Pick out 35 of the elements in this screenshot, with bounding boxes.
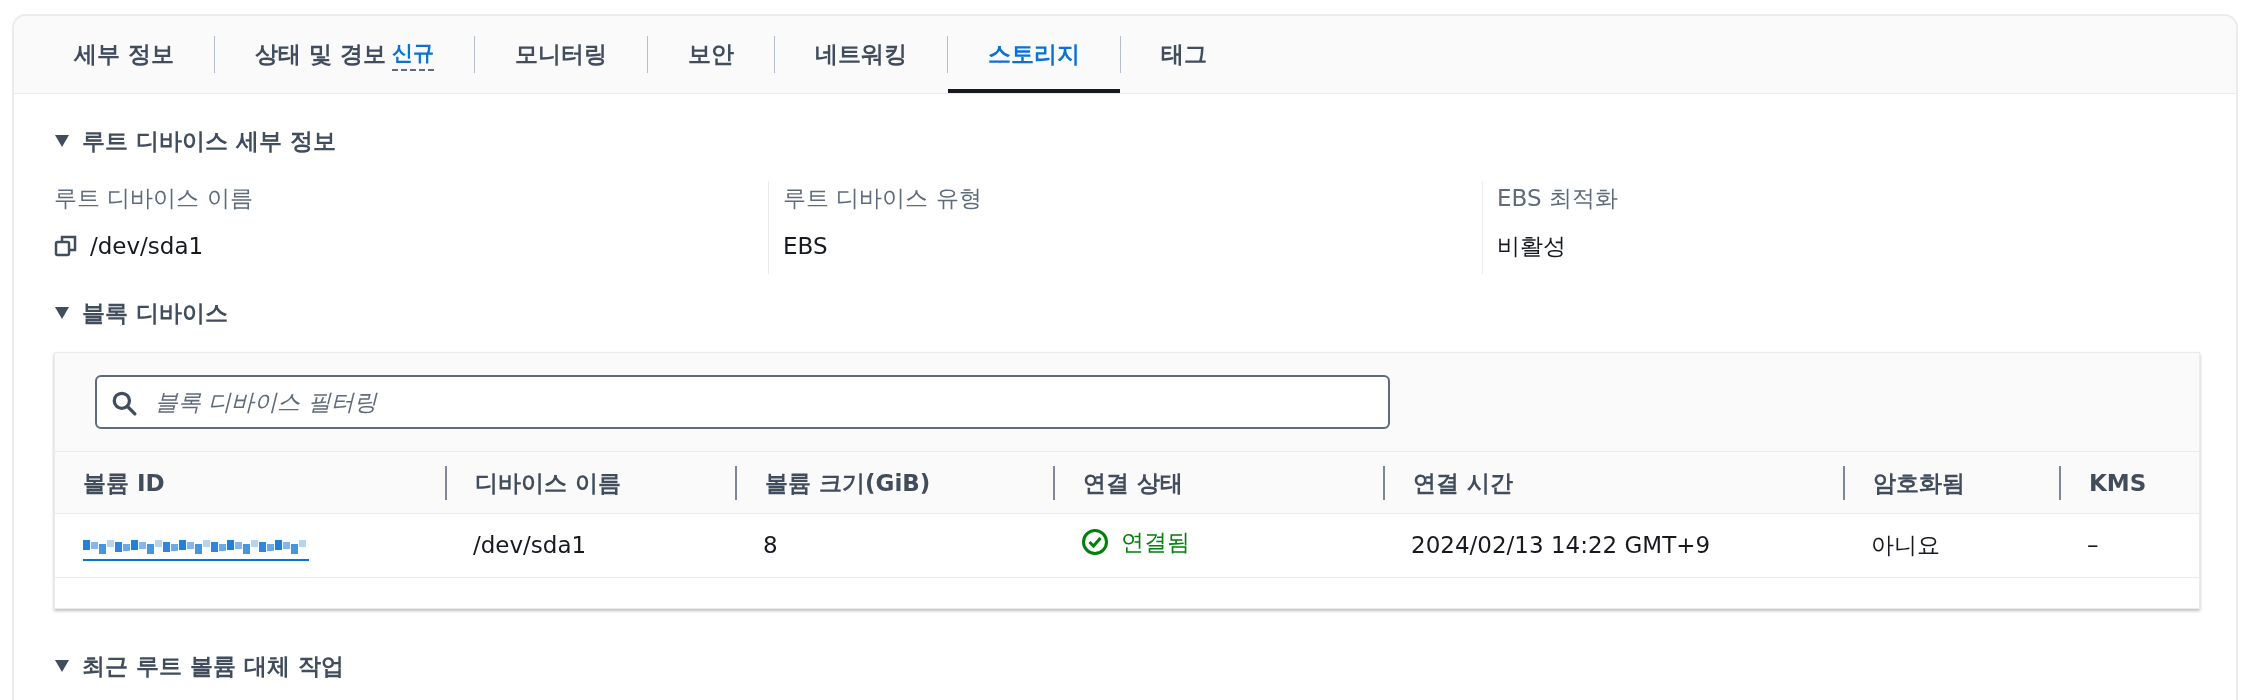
field-label: 루트 디바이스 유형	[783, 183, 983, 213]
column-header[interactable]: 연결 상태	[1083, 469, 1183, 496]
table-cell: 2024/02/13 14:22 GMT+9	[1411, 532, 1711, 559]
table-cell: 8	[763, 532, 778, 559]
column-header[interactable]: 암호화됨	[1873, 469, 1965, 496]
column-header[interactable]: 볼륨 크기(GiB)	[765, 469, 931, 496]
table-cell: –	[2087, 532, 2099, 559]
section-heading[interactable]: 블록 디바이스	[82, 295, 228, 330]
caret-icon[interactable]	[54, 305, 70, 320]
caret-icon[interactable]	[54, 659, 70, 674]
copy-icon[interactable]	[54, 234, 78, 259]
table-cell: 아니요	[1871, 532, 1940, 559]
field-label: EBS 최적화	[1497, 183, 1619, 213]
tab[interactable]: 보안	[648, 16, 775, 93]
column-header[interactable]: KMS	[2089, 469, 2147, 496]
tab[interactable]: 모니터링	[475, 16, 648, 93]
status-text: 연결됨	[1121, 528, 1190, 558]
column-header[interactable]: 연결 시간	[1413, 469, 1513, 496]
tab[interactable]: 태그	[1121, 16, 1248, 93]
new-label: 신규	[392, 37, 435, 72]
column-header[interactable]: 볼륨 ID	[83, 469, 165, 496]
field-value: EBS	[783, 232, 828, 261]
tab[interactable]: 상태 및 경보 신규	[215, 16, 475, 93]
caret-icon[interactable]	[54, 134, 70, 149]
field-value: 비활성	[1497, 232, 1566, 261]
field-value: /dev/sda1	[90, 232, 204, 261]
section-heading[interactable]: 루트 디바이스 세부 정보	[82, 124, 337, 159]
tab[interactable]: 스토리지	[948, 16, 1121, 93]
table-cell: /dev/sda1	[473, 532, 587, 559]
tab[interactable]: 네트워킹	[775, 16, 948, 93]
section-heading[interactable]: 최근 루트 볼륨 대체 작업	[82, 649, 345, 684]
column-header[interactable]: 디바이스 이름	[475, 469, 621, 496]
field-label: 루트 디바이스 이름	[54, 183, 254, 213]
tab[interactable]: 세부 정보	[34, 16, 214, 93]
search-field[interactable]: 블록 디바이스 필터링	[95, 375, 1390, 429]
